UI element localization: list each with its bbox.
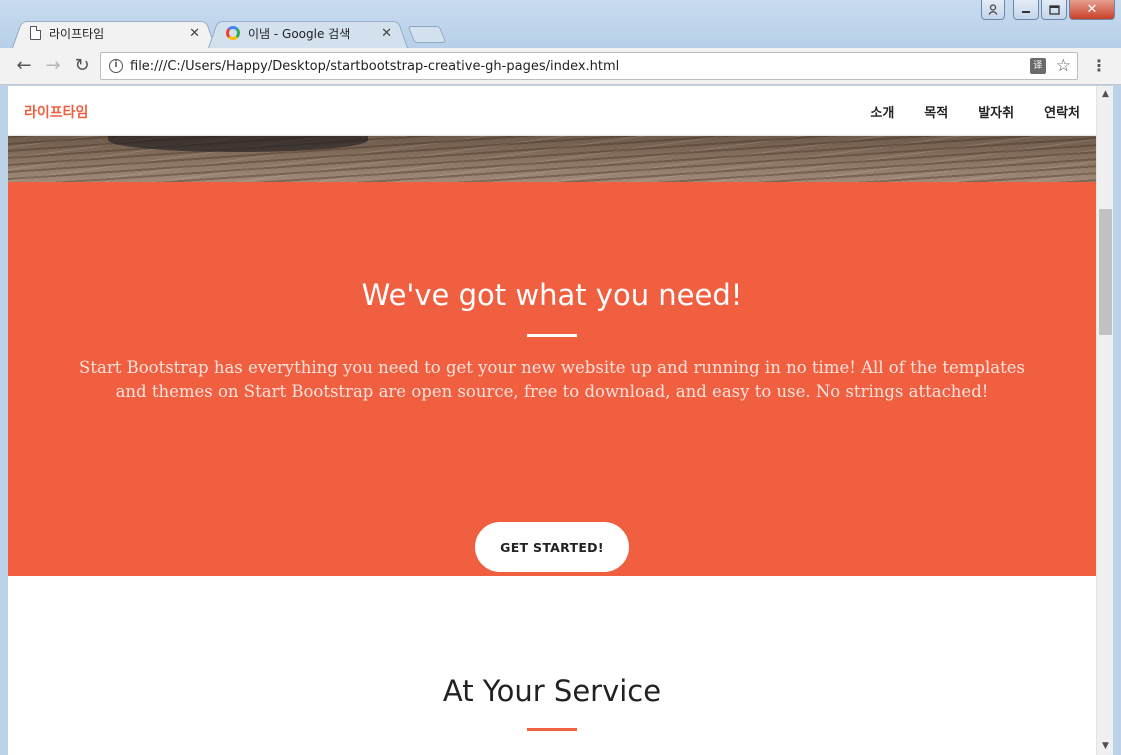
site-brand[interactable]: 라이프타임 (24, 102, 88, 122)
maximize-button[interactable] (1041, 0, 1067, 20)
page-viewport: 라이프타임 소개 목적 발자취 연락처 We've got what you n… (8, 86, 1096, 755)
vertical-scrollbar[interactable]: ▲ ▼ (1096, 86, 1113, 755)
new-tab-button[interactable] (407, 26, 447, 43)
address-bar[interactable]: i file:///C:/Users/Happy/Desktop/startbo… (100, 52, 1078, 80)
nav-link-history[interactable]: 발자취 (978, 102, 1014, 121)
info-icon[interactable]: i (109, 59, 123, 73)
close-tab-icon[interactable]: ✕ (189, 27, 200, 40)
google-icon (226, 26, 240, 40)
tab-lifetime[interactable]: 라이프타임 ✕ (12, 18, 216, 48)
header-background-image (8, 128, 1096, 182)
about-section: We've got what you need! Start Bootstrap… (8, 182, 1096, 576)
close-tab-icon[interactable]: ✕ (381, 27, 392, 40)
minimize-button[interactable] (1013, 0, 1039, 20)
section-description: Start Bootstrap has everything you need … (79, 358, 1025, 401)
browser-menu-icon[interactable]: ⋮ (1091, 57, 1107, 75)
translate-icon[interactable]: 译 (1029, 58, 1046, 74)
section-heading: We've got what you need! (361, 278, 743, 312)
tab-title: 라이프타임 (49, 26, 105, 41)
back-button[interactable]: ← (14, 56, 34, 76)
window-frame (1113, 86, 1121, 755)
title-bar: 라이프타임 ✕ 이냄 - Google 검색 ✕ ✕ (0, 0, 1121, 48)
reload-button[interactable]: ↻ (72, 56, 92, 76)
tab-title: 이냄 - Google 검색 (248, 26, 351, 41)
forward-button[interactable]: → (43, 56, 63, 76)
bookmark-star-icon[interactable]: ☆ (1056, 57, 1071, 75)
get-started-button[interactable]: GET STARTED! (475, 522, 629, 572)
heading-divider (527, 728, 577, 731)
nav-link-about[interactable]: 소개 (870, 102, 894, 121)
nav-link-purpose[interactable]: 목적 (924, 102, 948, 121)
page-icon (30, 26, 41, 40)
heading-divider (527, 334, 577, 337)
scroll-thumb[interactable] (1099, 209, 1112, 335)
close-window-button[interactable]: ✕ (1069, 0, 1115, 20)
scroll-down-icon[interactable]: ▼ (1097, 738, 1114, 755)
browser-toolbar: ← → ↻ i file:///C:/Users/Happy/Desktop/s… (0, 48, 1121, 85)
nav-link-contact[interactable]: 연락처 (1044, 102, 1080, 121)
site-nav-links: 소개 목적 발자취 연락처 (870, 102, 1080, 121)
url-text[interactable]: file:///C:/Users/Happy/Desktop/startboot… (130, 59, 619, 74)
scroll-up-icon[interactable]: ▲ (1097, 86, 1114, 103)
services-heading: At Your Service (442, 674, 662, 708)
services-section: At Your Service (8, 576, 1096, 755)
window-controls: ✕ (981, 0, 1115, 20)
site-navbar: 라이프타임 소개 목적 발자취 연락처 (8, 86, 1096, 136)
tab-google-search[interactable]: 이냄 - Google 검색 ✕ (208, 18, 408, 48)
user-profile-icon[interactable] (981, 0, 1005, 20)
